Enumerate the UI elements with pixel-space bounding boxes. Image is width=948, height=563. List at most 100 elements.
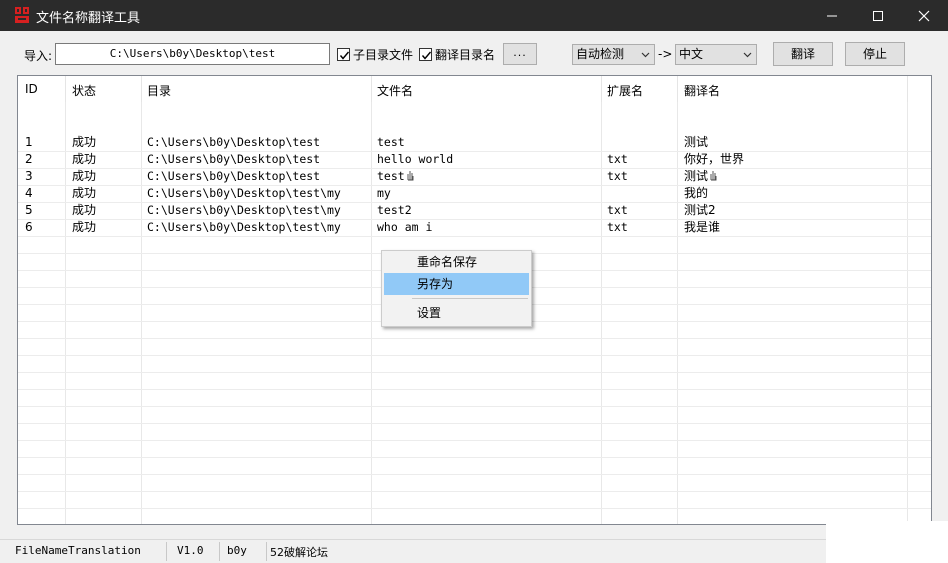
import-label: 导入:: [24, 49, 53, 63]
grid-row-line: [18, 508, 931, 509]
grid-row-line: [18, 491, 931, 492]
cell-id: 1: [25, 135, 33, 149]
target-language-select[interactable]: 中文: [675, 44, 757, 65]
cell-id: 5: [25, 203, 33, 217]
cell-status: 成功: [72, 135, 97, 149]
status-author: b0y: [227, 544, 247, 557]
header-separator[interactable]: [65, 76, 66, 102]
cell-filename: test2: [377, 203, 412, 217]
target-language-value: 中文: [679, 47, 704, 61]
maximize-button[interactable]: [855, 0, 901, 31]
grid-row-line: [18, 406, 931, 407]
translate-dirnames-checkbox[interactable]: 翻译目录名: [419, 46, 495, 63]
column-header-extension[interactable]: 扩展名: [607, 82, 643, 99]
translate-button[interactable]: 翻译: [773, 42, 833, 66]
maximize-icon: [873, 11, 883, 21]
grid-row-line: [18, 355, 931, 356]
close-button[interactable]: [901, 0, 947, 31]
cell-status: 成功: [72, 152, 97, 166]
menu-separator: [412, 298, 528, 299]
grid-row-line: [18, 372, 931, 373]
cell-extension: txt: [607, 169, 628, 183]
cell-directory: C:\Users\b0y\Desktop\test: [147, 152, 321, 166]
status-separator: [219, 542, 220, 561]
grid-row-line: [18, 474, 931, 475]
include-subdirs-checkbox[interactable]: 子目录文件: [337, 46, 413, 63]
app-logo-icon: [15, 7, 29, 23]
cell-directory: C:\Users\b0y\Desktop\test\my: [147, 220, 341, 234]
unprintable-char-icon: [407, 171, 414, 181]
browse-button[interactable]: ...: [503, 43, 537, 65]
column-header-filename[interactable]: 文件名: [377, 82, 413, 99]
chevron-down-icon: [641, 52, 650, 58]
grid-row-line: [18, 236, 931, 237]
source-language-value: 自动检测: [576, 47, 625, 61]
language-arrow: ->: [658, 47, 673, 61]
cell-directory: C:\Users\b0y\Desktop\test: [147, 135, 321, 149]
column-header-status[interactable]: 状态: [72, 82, 96, 99]
checkbox-box[interactable]: [419, 48, 432, 61]
header-separator[interactable]: [601, 76, 602, 102]
cell-filename: my: [377, 186, 391, 200]
cell-filename: who am i: [377, 220, 433, 234]
menu-item-save-as[interactable]: 另存为: [384, 273, 529, 295]
stop-button[interactable]: 停止: [845, 42, 905, 66]
cell-status: 成功: [72, 169, 97, 183]
unprintable-char-icon: [710, 171, 717, 181]
cell-id: 2: [25, 152, 33, 166]
background-window-fragment: [826, 521, 948, 563]
cell-extension: txt: [607, 152, 628, 166]
minimize-button[interactable]: [809, 0, 855, 31]
header-separator[interactable]: [141, 76, 142, 102]
column-header-translated-name[interactable]: 翻译名: [684, 82, 720, 99]
cell-filename: hello world: [377, 152, 454, 166]
grid-row-line: [18, 423, 931, 424]
status-forum: 52破解论坛: [270, 546, 328, 559]
column-header-id[interactable]: ID: [25, 82, 38, 96]
cell-status: 成功: [72, 220, 97, 234]
path-input[interactable]: C:\Users\b0y\Desktop\test: [55, 43, 330, 65]
grid-row-line: [18, 338, 931, 339]
header-separator[interactable]: [907, 76, 908, 102]
status-separator: [266, 542, 267, 561]
cell-id: 6: [25, 220, 33, 234]
cell-filename: test: [377, 169, 405, 183]
cell-translated-name: 测试: [684, 169, 709, 183]
cell-id: 4: [25, 186, 33, 200]
cell-id: 3: [25, 169, 33, 183]
menu-item-rename-save[interactable]: 重命名保存: [384, 251, 529, 273]
title-bar[interactable]: 文件名称翻译工具: [0, 0, 948, 31]
status-separator: [166, 542, 167, 561]
cell-filename: test: [377, 135, 405, 149]
grid-row-line: [18, 457, 931, 458]
status-bar: FileNameTranslation V1.0 b0y 52破解论坛: [0, 539, 948, 563]
grid-row-line: [18, 440, 931, 441]
grid-row-line: [18, 389, 931, 390]
source-language-select[interactable]: 自动检测: [572, 44, 655, 65]
menu-item-settings[interactable]: 设置: [384, 302, 529, 324]
cell-status: 成功: [72, 186, 97, 200]
checkbox-box[interactable]: [337, 48, 350, 61]
column-header-directory[interactable]: 目录: [147, 82, 171, 99]
cell-directory: C:\Users\b0y\Desktop\test\my: [147, 203, 341, 217]
cell-translated-name: 我的: [684, 186, 709, 200]
checkmark-icon: [339, 51, 350, 60]
cell-directory: C:\Users\b0y\Desktop\test\my: [147, 186, 341, 200]
cell-extension: txt: [607, 203, 628, 217]
header-separator[interactable]: [371, 76, 372, 102]
window-title: 文件名称翻译工具: [36, 11, 141, 26]
chevron-down-icon: [743, 52, 752, 58]
status-version: V1.0: [177, 544, 204, 557]
header-separator[interactable]: [677, 76, 678, 102]
context-menu: 重命名保存 另存为 设置: [381, 250, 532, 327]
include-subdirs-label: 子目录文件: [353, 48, 414, 62]
cell-translated-name: 我是谁: [684, 220, 721, 234]
close-icon: [918, 10, 930, 22]
cell-status: 成功: [72, 203, 97, 217]
cell-extension: txt: [607, 220, 628, 234]
status-app-name: FileNameTranslation: [15, 544, 141, 557]
translate-dirnames-label: 翻译目录名: [435, 48, 496, 62]
cell-directory: C:\Users\b0y\Desktop\test: [147, 169, 321, 183]
checkmark-icon: [421, 51, 432, 60]
minimize-icon: [827, 15, 837, 17]
